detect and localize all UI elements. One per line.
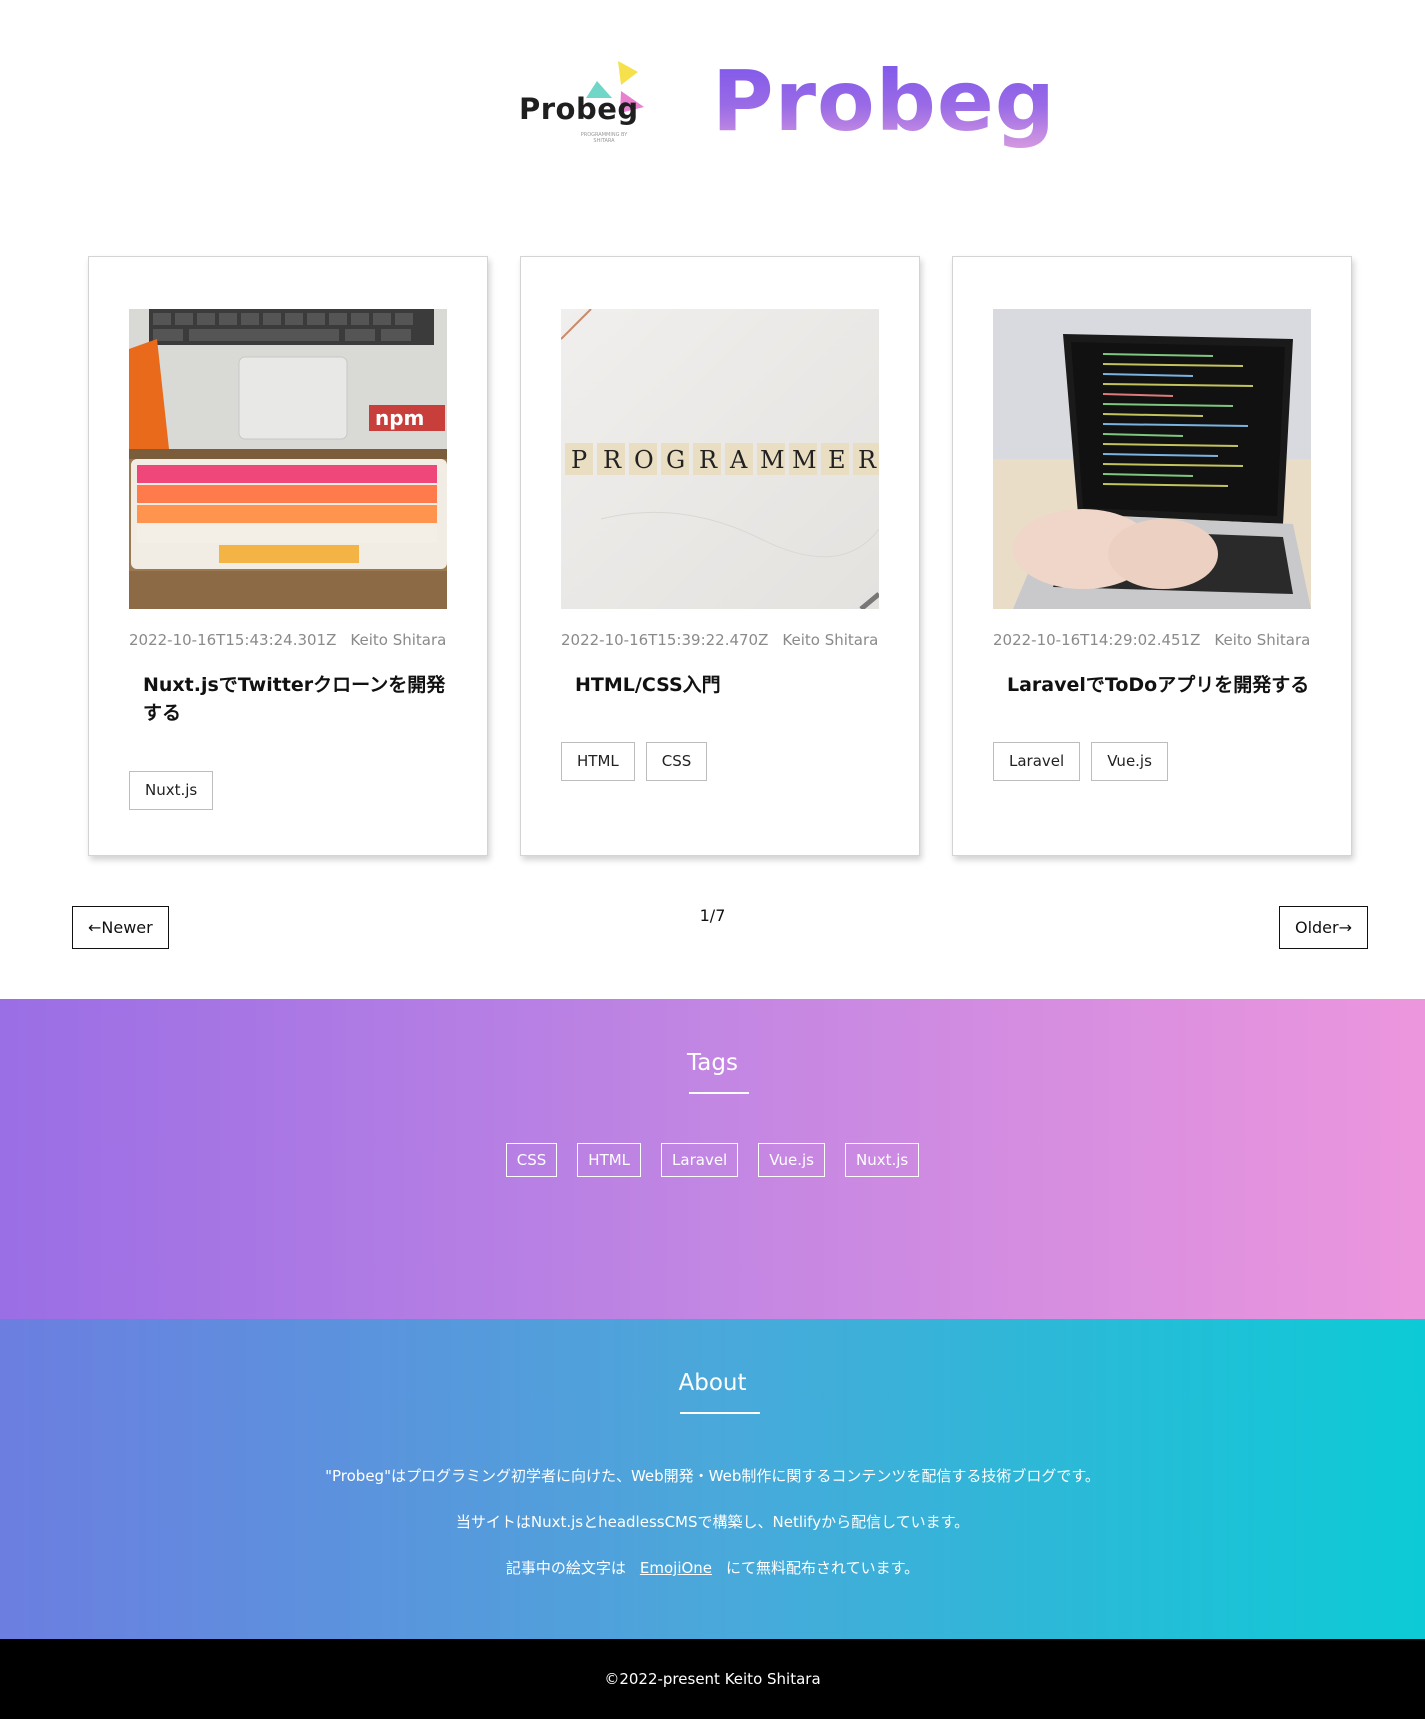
tag-link-css[interactable]: CSS (505, 1143, 558, 1177)
page-indicator: 1/7 (699, 906, 726, 925)
tile-letter: P (571, 446, 587, 474)
tags-section: Tags CSS HTML Laravel Vue.js Nuxt.js (0, 999, 1425, 1319)
tag-link-laravel[interactable]: Laravel (661, 1143, 739, 1177)
article-author: Keito Shitara (1214, 631, 1311, 649)
site-logo[interactable]: Probeg PROGRAMMING BY SHITARA (515, 58, 650, 153)
svg-text:M: M (792, 446, 817, 474)
tag-chip-nuxtjs[interactable]: Nuxt.js (129, 771, 214, 810)
article-meta: 2022-10-16T15:43:24.301Z Keito Shitara (129, 631, 446, 649)
tag-link-nuxtjs[interactable]: Nuxt.js (844, 1143, 920, 1177)
svg-text:G: G (666, 446, 685, 474)
about-heading-underline (680, 1412, 760, 1414)
article-card[interactable]: P R O G R A M M E R 2022-10-16T15:39:22.… (520, 256, 920, 856)
tag-cloud: CSS HTML Laravel Vue.js Nuxt.js (0, 1143, 1425, 1177)
svg-text:E: E (828, 446, 846, 474)
svg-text:npm: npm (375, 406, 424, 430)
site-footer: ©2022-present Keito Shitara (0, 1639, 1425, 1719)
article-meta: 2022-10-16T15:39:22.470Z Keito Shitara (561, 631, 878, 649)
logo-subtitle: PROGRAMMING BY SHITARA (580, 132, 628, 144)
svg-text:A: A (729, 446, 748, 474)
tags-heading-underline (689, 1092, 749, 1094)
svg-text:M: M (760, 446, 785, 474)
tag-link-vuejs[interactable]: Vue.js (758, 1143, 825, 1177)
svg-text:R: R (699, 446, 718, 474)
article-list: npm 2022-10-16T15:43:24.301Z Keito Shitar… (88, 256, 1352, 856)
about-text-2: 当サイトはNuxt.jsとheadlessCMSで構築し、Netlifyから配信… (455, 1513, 970, 1531)
older-button[interactable]: Older→ (1278, 906, 1368, 949)
article-date: 2022-10-16T15:43:24.301Z (129, 631, 337, 649)
about-section: About "Probeg"はプログラミング初学者に向けた、Web開発・Web制… (0, 1319, 1425, 1639)
tag-chip-laravel[interactable]: Laravel (993, 742, 1081, 781)
article-title[interactable]: LaravelでToDoアプリを開発する (993, 671, 1313, 699)
article-tags: Nuxt.js (129, 771, 214, 810)
tag-chip-vuejs[interactable]: Vue.js (1091, 742, 1168, 781)
about-heading: About (678, 1370, 747, 1396)
about-text-1: "Probeg"はプログラミング初学者に向けた、Web開発・Web制作に関するコ… (325, 1467, 1100, 1485)
article-date: 2022-10-16T14:29:02.451Z (993, 631, 1201, 649)
emojione-link[interactable]: EmojiOne (640, 1559, 712, 1577)
article-tags: Laravel Vue.js (993, 742, 1168, 781)
article-thumbnail[interactable]: npm (129, 309, 447, 609)
tag-chip-html[interactable]: HTML (561, 742, 635, 781)
article-title[interactable]: Nuxt.jsでTwitterクローンを開発する (129, 671, 449, 727)
article-card[interactable]: 2022-10-16T14:29:02.451Z Keito Shitara La… (952, 256, 1352, 856)
copyright-text: ©2022-present Keito Shitara (604, 1670, 821, 1688)
article-author: Keito Shitara (350, 631, 447, 649)
article-thumbnail[interactable]: P R O G R A M M E R (561, 309, 879, 609)
article-meta: 2022-10-16T14:29:02.451Z Keito Shitara (993, 631, 1310, 649)
svg-text:O: O (634, 446, 654, 474)
tag-chip-css[interactable]: CSS (645, 742, 708, 781)
svg-text:R: R (858, 446, 877, 474)
article-tags: HTML CSS (561, 742, 708, 781)
logo-wordmark: Probeg (519, 92, 639, 126)
about-text-3-after: にて無料配布されています。 (726, 1559, 920, 1577)
article-card[interactable]: npm 2022-10-16T15:43:24.301Z Keito Shitar… (88, 256, 488, 856)
site-header: Probeg PROGRAMMING BY SHITARA Probeg (0, 0, 1425, 240)
tag-link-html[interactable]: HTML (577, 1143, 642, 1177)
brand-title[interactable]: Probeg (712, 52, 1056, 150)
svg-text:R: R (603, 446, 622, 474)
tags-heading: Tags (687, 1050, 738, 1076)
about-text-3: 記事中の絵文字は EmojiOne にて無料配布されています。 (0, 1557, 1425, 1578)
article-date: 2022-10-16T15:39:22.470Z (561, 631, 769, 649)
about-text-3-before: 記事中の絵文字は (505, 1559, 626, 1577)
article-thumbnail[interactable] (993, 309, 1311, 609)
newer-button[interactable]: ←Newer (72, 906, 169, 949)
article-author: Keito Shitara (782, 631, 879, 649)
article-title[interactable]: HTML/CSS入門 (561, 671, 881, 699)
